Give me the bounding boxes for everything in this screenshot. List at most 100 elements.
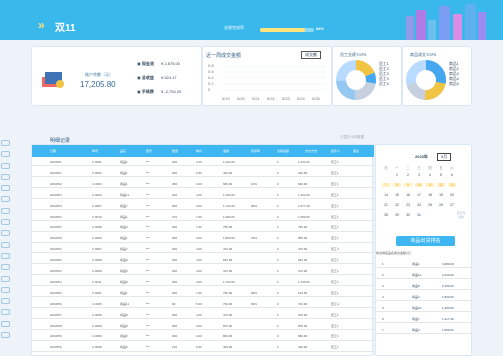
header-bar: » 双11 业绩完成率 84% [0, 0, 503, 40]
fee-metric: ▣ 手续费 ¥ -2,794.20 [137, 89, 182, 94]
progress-value: 84% [316, 26, 325, 31]
calendar-day[interactable]: 18 [426, 193, 434, 197]
calendar-day[interactable]: 7 [382, 183, 390, 187]
calendar-day[interactable]: 16 [404, 193, 412, 197]
trend-metric-select[interactable]: 成交额 [301, 51, 321, 59]
calendar-and-ranking-card: 2023年 5月 日一二三四五六 1 2 3 4 5 6 7 8 9 10 11 12 13 14 15 16 1… [375, 144, 473, 356]
calendar-day[interactable]: 20 [448, 193, 456, 197]
weekday-label: 二 [406, 166, 410, 170]
calendar-day[interactable]: 1 [393, 173, 401, 177]
city-skyline-icon [406, 4, 486, 40]
table-row: 2023/5/3 C.0001 商品1 *** 300 7.00 750.00 99% ¥104… [32, 289, 374, 298]
weekly-trade-chart: 近一周成交金额 成交额 0.8 0.6 0.4 0.2 0 5/19 5/20 5/21 5/… [202, 46, 332, 106]
calendar-year[interactable]: 2023年 [415, 154, 428, 160]
svg-text:0.2: 0.2 [208, 81, 214, 86]
calendar-day[interactable]: 27 [448, 203, 456, 207]
calendar-day[interactable]: 22 [393, 203, 401, 207]
table-row: 2023/5/3 C.0008 商品3 *** 300 7.00 750.00 ¥750.00… [32, 223, 374, 232]
calendar-day[interactable]: 10 [415, 183, 423, 187]
employee-pie-title: 员工业绩TOP5 [340, 52, 367, 57]
calendar-day[interactable]: 15 [393, 193, 401, 197]
svg-text:5/25: 5/25 [312, 96, 321, 101]
table-hint: 只显示 5月数据 [340, 135, 364, 139]
svg-text:5/19: 5/19 [222, 96, 231, 101]
product-pie-chart [406, 60, 446, 100]
weekday-label: 日 [384, 166, 388, 170]
table-header: 日期 单号 品名 型号 数量 单价 金额 折扣率 交易金额 支付方式 经手人 备注 [32, 145, 374, 157]
balance-value: 17,205.80 [80, 80, 116, 89]
table-title: 明细记录 [50, 138, 71, 144]
ranking-row: 5 商品10 1,490.00 [376, 304, 473, 312]
ranking-row: 1 商品1 3,480.00 [376, 260, 473, 268]
weekday-label: 四 [428, 166, 432, 170]
calendar-month-select[interactable]: 5月 [437, 153, 452, 161]
ranking-row: 4 商品4 1,840.00 [376, 293, 473, 301]
table-row: 2023/5/2 C.0008 商品9 *** 500 4.00 815.96 ¥812.93… [32, 256, 374, 265]
calendar-day[interactable]: 25 [426, 203, 434, 207]
svg-text:5/24: 5/24 [297, 96, 306, 101]
svg-text:0: 0 [208, 87, 211, 92]
calendar-day[interactable]: 28 [382, 213, 390, 217]
account-summary-card: 账户余额（元） 17,205.80 ▣ 现金流 ¥ 2,875.00 ▣ 总收益 ¥… [31, 46, 202, 106]
table-row: 2023/5/1 C.0001 商品1 *** 200 4.10 1,234.00 ¥1,23… [32, 158, 374, 167]
calendar-day[interactable]: 21 [382, 203, 390, 207]
calendar-day[interactable]: 29 [393, 213, 401, 217]
weekday-label: 五 [439, 166, 443, 170]
calendar-day[interactable]: 3 [415, 173, 423, 177]
table-row: 2023/5/3 C.0010 商品1 *** 270 7.00 1,080.00 ¥1,08… [32, 213, 374, 221]
finance-illustration-icon [42, 72, 64, 88]
table-row: 2023/5/2 C.0003 商品1 *** 450 4.00 680.00 10% ¥636… [32, 180, 374, 189]
calendar-day[interactable]: 19 [437, 193, 445, 197]
ranking-row: 6 商品7 1,217.30 [376, 315, 473, 323]
calendar-day[interactable]: 13 [448, 183, 456, 187]
ranking-row: 2 商品11 2,430.00 [376, 271, 473, 279]
svg-text:5/21: 5/21 [252, 96, 261, 101]
calendar-day[interactable]: 8 [393, 183, 401, 187]
weekday-label: 一 [395, 166, 399, 170]
ranking-row: 3 商品5 2,150.00 [376, 282, 473, 290]
table-row: 2023/5/9 C.0009 商品5 *** 300 4.00 860.00 ¥860.00… [32, 332, 374, 341]
table-row: 2023/5/7 C.0009 商品8 *** 300 4.00 470.00 ¥470.00… [32, 311, 374, 319]
calendar-day[interactable]: 12 [437, 183, 445, 187]
trend-chart-svg: 0.80.60.40.20 5/19 5/20 5/21 5/22 5/23 5/24 5/… [208, 63, 326, 101]
calendar-note: 日历可切换 [456, 211, 466, 219]
table-row: 2023/5/4 C.0011 商品8 *** 300 4.00 1,700.00 ¥1,70… [32, 278, 374, 287]
svg-text:0.8: 0.8 [208, 63, 214, 68]
table-row: 2023/5/3 C.0007 商品7 *** 600 4.00 1,134.00 99% ¥1… [32, 202, 374, 210]
svg-text:5/22: 5/22 [267, 96, 276, 101]
cashflow-metric: ▣ 现金流 ¥ 2,875.00 [137, 61, 180, 66]
table-row: 2023/5/2 C.0007 商品7 *** 300 4.00 470.00 ¥470.00… [32, 245, 374, 254]
calendar-day[interactable]: 6 [448, 173, 456, 177]
svg-text:0.4: 0.4 [208, 75, 214, 80]
income-metric: ▣ 总收益 ¥ 524.17 [137, 75, 177, 80]
calendar-day[interactable]: 31 [415, 213, 423, 217]
double-chevron-icon: » [38, 18, 45, 32]
svg-text:5/20: 5/20 [237, 96, 246, 101]
calendar-day[interactable]: 2 [404, 173, 412, 177]
detail-table: 明细记录 只显示 5月数据 日期 单号 品名 型号 数量 单价 金额 折扣率 交易金额 支付方式经… [31, 135, 374, 356]
employee-top5-card: 员工业绩TOP5 员工1 员工2 员工3 员工4 员工5 [332, 46, 402, 106]
table-row: 2023/5/3 C.0004 商品11 *** 220 4.00 1,194.00 ¥1,1… [32, 191, 374, 199]
calendar-day[interactable]: 26 [437, 203, 445, 207]
weekday-label: 六 [450, 166, 454, 170]
calendar-day[interactable]: 14 [382, 193, 390, 197]
product-pie-title: 商品成交TOP5 [410, 52, 437, 57]
calendar-day[interactable]: 17 [415, 193, 423, 197]
calendar-day[interactable]: 4 [426, 173, 434, 177]
table-row: 2023/5/9 C.0009 商品6 *** 120 2.00 420.00 ¥420.00… [32, 343, 374, 352]
progress-label: 业绩完成率 [224, 25, 244, 30]
ranking-row: 7 商品3 1,050.00 [376, 326, 473, 334]
row-action-icons [1, 138, 14, 356]
table-row: 2023/5/1 C.0002 商品1 *** 300 2.50 440.00 ¥440.00… [32, 169, 374, 178]
calendar-day[interactable]: 11 [426, 183, 434, 187]
calendar-day[interactable]: 30 [404, 213, 412, 217]
table-row: 2023/5/2 C.0009 商品5 *** 300 4.00 470.00 ¥470.00… [32, 267, 374, 276]
calendar-day[interactable]: 24 [415, 203, 423, 207]
product-top5-card: 商品成交TOP5 商品1 商品2 商品3 商品4 商品5 [402, 46, 472, 106]
table-row: 2023/5/8 C.0009 商品8 *** 300 4.00 870.00 ¥870.00… [32, 322, 374, 330]
calendar-day[interactable]: 9 [404, 183, 412, 187]
calendar-day[interactable]: 5 [437, 173, 445, 177]
weekday-label: 三 [417, 166, 421, 170]
progress-bar [260, 28, 314, 32]
calendar-day[interactable]: 23 [404, 203, 412, 207]
